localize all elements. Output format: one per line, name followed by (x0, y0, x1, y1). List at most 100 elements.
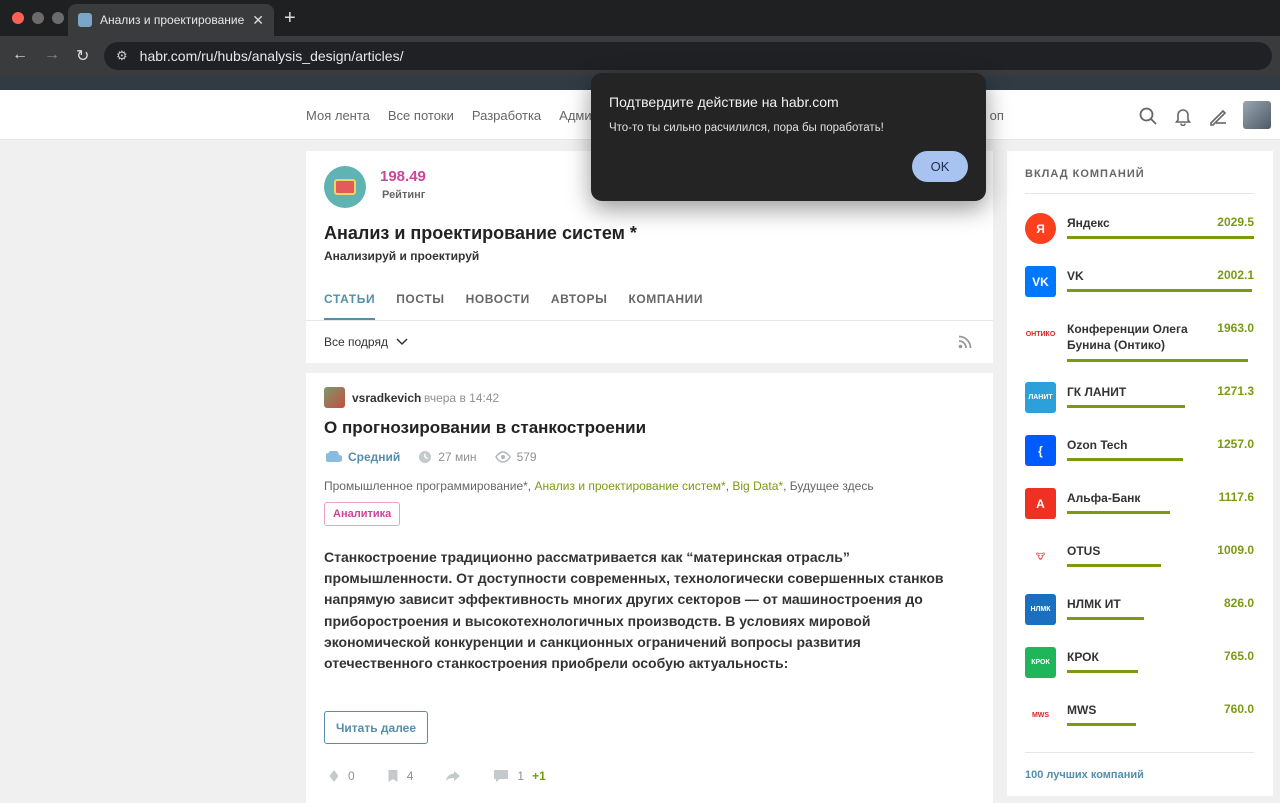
company-score-bar (1067, 405, 1185, 408)
views-count: 579 (494, 450, 537, 464)
close-tab-icon[interactable]: ✕ (252, 12, 264, 29)
company-name: ГК ЛАНИТ (1067, 385, 1127, 399)
dialog-title: Подтвердите действие на habr.com (609, 94, 839, 110)
article-footer: 0 4 1 +1 (328, 769, 578, 783)
reading-time: 27 мин (418, 450, 477, 464)
tab-authors[interactable]: АВТОРЫ (551, 292, 608, 320)
bell-icon[interactable] (1173, 106, 1193, 126)
hub-rating-label: Рейтинг (382, 189, 426, 201)
hub-title: Анализ и проектирование систем * (324, 223, 637, 243)
complexity-level: Средний (326, 450, 400, 464)
nav-item-partial[interactable]: оп (990, 108, 1004, 123)
company-score-bar (1067, 289, 1252, 292)
tab-news[interactable]: НОВОСТИ (466, 292, 530, 320)
article-excerpt: Станкостроение традиционно рассматривает… (324, 549, 944, 672)
company-score: 1963.0 (1217, 321, 1254, 335)
companies-sidebar: ВКЛАД КОМПАНИЙ Я Яндекс 2029.5 VK VK 2002.1 ОН… (1007, 151, 1273, 796)
company-logo-icon: А (1025, 488, 1056, 519)
minimize-window-button[interactable] (32, 12, 44, 24)
company-score-bar (1067, 359, 1248, 362)
close-window-button[interactable] (12, 12, 24, 24)
hub-logo-icon (324, 166, 366, 208)
address-bar[interactable]: ⚙ habr.com/ru/hubs/analysis_design/artic… (104, 42, 1272, 70)
company-score-bar (1067, 723, 1136, 726)
company-score: 765.0 (1223, 649, 1254, 663)
share[interactable] (445, 770, 461, 782)
article-hubs: Промышленное программирование*, Анализ и… (324, 479, 874, 493)
hub-link[interactable]: Big Data* (732, 479, 783, 493)
hub-link[interactable]: Анализ и проектирование систем* (534, 479, 725, 493)
company-logo-icon: ЛАНИТ (1025, 382, 1056, 413)
company-name: КРОК (1067, 650, 1099, 664)
company-score: 2002.1 (1217, 268, 1254, 282)
company-logo-icon: НЛМК (1025, 594, 1056, 625)
company-logo-icon: 🐮 (1025, 541, 1056, 572)
company-logo-icon: MWS (1025, 700, 1056, 731)
company-name: НЛМК ИТ (1067, 597, 1121, 611)
read-more-button[interactable]: Читать далее (324, 711, 428, 744)
write-icon[interactable] (1208, 106, 1228, 126)
article-type-badge[interactable]: Аналитика (324, 502, 401, 526)
chevron-down-icon (396, 338, 408, 346)
sidebar-divider (1025, 752, 1254, 753)
company-name: Яндекс (1067, 216, 1110, 230)
company-score: 760.0 (1223, 702, 1254, 716)
company-score: 2029.5 (1217, 215, 1254, 229)
top-companies-link[interactable]: 100 лучших компаний (1025, 769, 1144, 781)
search-icon[interactable] (1138, 106, 1158, 126)
company-name: Ozon Tech (1067, 438, 1128, 452)
bookmarks[interactable]: 4 (387, 769, 413, 783)
dialog-ok-button[interactable]: OK (912, 151, 968, 182)
browser-tab-bar: Анализ и проектирование с ✕ + (0, 0, 1280, 36)
browser-tab[interactable]: Анализ и проектирование с ✕ (68, 4, 274, 36)
author-avatar[interactable] (324, 387, 345, 408)
votes[interactable]: 0 (328, 769, 355, 783)
rss-icon[interactable] (958, 335, 972, 349)
nav-development[interactable]: Разработка (472, 108, 541, 123)
back-icon[interactable]: ← (12, 46, 28, 64)
tabs-divider (306, 320, 993, 321)
eye-icon (494, 451, 511, 463)
forward-icon[interactable]: → (44, 46, 60, 64)
user-avatar[interactable] (1243, 101, 1271, 129)
hub-link[interactable]: Будущее здесь (790, 479, 874, 493)
company-logo-icon: ОНТИКО (1025, 319, 1056, 350)
company-score: 1271.3 (1217, 384, 1254, 398)
tab-posts[interactable]: ПОСТЫ (396, 292, 444, 320)
company-score: 1257.0 (1217, 437, 1254, 451)
vote-icon (329, 770, 339, 782)
tab-companies[interactable]: КОМПАНИИ (628, 292, 703, 320)
reload-icon[interactable]: ↻ (76, 46, 89, 66)
company-score-bar (1067, 670, 1138, 673)
zoom-window-button[interactable] (52, 12, 64, 24)
comments[interactable]: 1 +1 (493, 769, 546, 783)
complexity-icon (326, 451, 342, 463)
company-name: VK (1067, 269, 1084, 283)
company-score-bar (1067, 458, 1183, 461)
article-card: vsradkevich вчера в 14:42 О прогнозирова… (306, 373, 993, 803)
site-settings-icon[interactable]: ⚙ (116, 48, 128, 64)
tab-articles[interactable]: СТАТЬИ (324, 292, 376, 320)
new-tab-icon[interactable]: + (284, 7, 296, 30)
hub-link[interactable]: Промышленное программирование* (324, 479, 528, 493)
company-logo-icon: VK (1025, 266, 1056, 297)
company-score-bar (1067, 617, 1144, 620)
company-score-bar (1067, 564, 1161, 567)
nav-my-feed[interactable]: Моя лента (306, 108, 370, 123)
tab-title: Анализ и проектирование с (100, 13, 247, 27)
article-title[interactable]: О прогнозировании в станкостроении (324, 418, 646, 438)
browser-toolbar: ← → ↻ ⚙ habr.com/ru/hubs/analysis_design… (0, 36, 1280, 76)
author-name[interactable]: vsradkevich (352, 391, 421, 405)
company-name: Конференции Олега Бунина (Онтико) (1067, 322, 1188, 352)
filter-label: Все подряд (324, 335, 388, 349)
nav-admin[interactable]: Адми (559, 108, 591, 123)
hub-rating-value: 198.49 (380, 168, 426, 185)
filter-dropdown[interactable]: Все подряд (324, 335, 408, 349)
company-score-bar (1067, 236, 1254, 239)
company-name: Альфа-Банк (1067, 491, 1141, 505)
sidebar-divider (1025, 193, 1254, 194)
company-name: OTUS (1067, 544, 1101, 558)
hub-subtitle: Анализируй и проектируй (324, 249, 480, 263)
nav-all-streams[interactable]: Все потоки (388, 108, 454, 123)
url-text: habr.com/ru/hubs/analysis_design/article… (139, 48, 404, 64)
